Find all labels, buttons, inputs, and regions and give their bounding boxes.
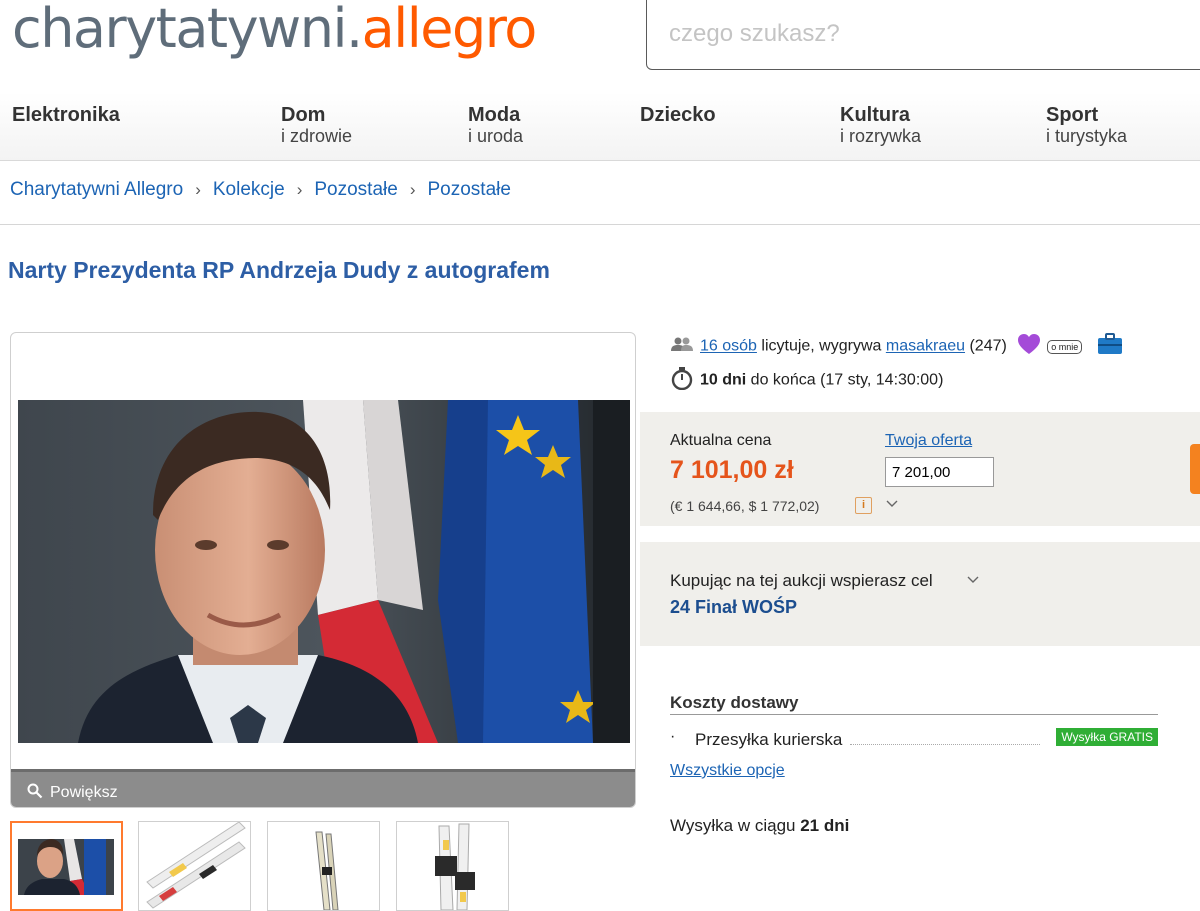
search-input[interactable] <box>667 19 1171 49</box>
time-left: 10 dni <box>700 371 747 389</box>
stopwatch-icon <box>670 366 694 395</box>
bidding-text: licytuje, wygrywa <box>756 337 886 355</box>
portrait-photo <box>18 400 630 743</box>
nav-item-elektronika[interactable]: Elektronika <box>12 104 120 126</box>
winner-link[interactable]: masakraeu <box>886 338 965 355</box>
nav-item-sublabel: i rozrywka <box>840 126 922 146</box>
nav-item-dziecko[interactable]: Dziecko <box>640 104 716 126</box>
bidders-link[interactable]: 16 osób <box>700 338 757 355</box>
shipping-method: Przesyłka kurierska <box>695 730 845 750</box>
bidding-info: 16 osób licytuje, wygrywa masakraeu (247… <box>670 333 1123 360</box>
breadcrumb-link[interactable]: Charytatywni Allegro <box>10 179 183 200</box>
current-price: 7 101,00 zł <box>670 456 794 484</box>
thumbnail-skis-3[interactable] <box>396 821 509 911</box>
nav-item-label: Moda <box>468 104 521 126</box>
search-box[interactable] <box>646 0 1200 70</box>
breadcrumb-link[interactable]: Kolekcje <box>213 179 285 200</box>
delivery-days: 21 dni <box>800 816 850 835</box>
price-conversion: (€ 1 644,66, $ 1 772,02) <box>670 498 820 514</box>
divider <box>670 714 1158 715</box>
zoom-button[interactable]: Powiększ <box>11 769 635 807</box>
thumbnail-skis-1[interactable] <box>138 821 251 911</box>
chevron-down-icon[interactable] <box>886 496 898 511</box>
divider <box>0 224 1200 225</box>
nav-item-kultura[interactable]: Kultura i rozrywka <box>840 104 921 146</box>
heart-icon <box>1017 333 1041 360</box>
nav-item-sublabel: i uroda <box>468 126 524 146</box>
nav-item-label: Elektronika <box>12 104 120 126</box>
current-price-label: Aktualna cena <box>670 432 772 449</box>
free-shipping-badge: Wysyłka GRATIS <box>1056 728 1158 746</box>
all-options-link[interactable]: Wszystkie opcje <box>670 762 785 780</box>
nav-item-label: Dziecko <box>640 104 716 126</box>
logo-text-primary: charytatywni. <box>12 0 363 60</box>
category-nav: Elektronika Dom i zdrowie Moda i uroda D… <box>0 92 1200 161</box>
nav-item-dom[interactable]: Dom i zdrowie <box>281 104 352 146</box>
shipping-title: Koszty dostawy <box>670 693 799 712</box>
nav-item-moda[interactable]: Moda i uroda <box>468 104 523 146</box>
nav-item-label: Sport <box>1046 104 1099 126</box>
magnifier-icon <box>27 783 43 804</box>
nav-item-sport[interactable]: Sport i turystyka <box>1046 104 1127 146</box>
breadcrumb: Charytatywni Allegro › Kolekcje › Pozostałe ›… <box>10 179 511 201</box>
charity-text: Kupując na tej aukcji wspierasz cel <box>670 571 933 590</box>
briefcase-icon[interactable] <box>1097 333 1123 360</box>
delivery-time: Wysyłka w ciągu 21 dni <box>670 816 849 836</box>
nav-item-label: Kultura <box>840 104 910 126</box>
about-me-button[interactable]: o mnie <box>1047 339 1083 354</box>
breadcrumb-separator: › <box>195 180 201 199</box>
breadcrumb-separator: › <box>409 180 416 199</box>
page-title: Narty Prezydenta RP Andrzeja Dudy z auto… <box>8 257 550 283</box>
breadcrumb-link[interactable]: Pozostałe <box>314 179 397 200</box>
winner-score: (247) <box>965 337 1007 355</box>
bullet: · <box>670 728 676 745</box>
auction-end-info: 10 dni do końca (17 sty, 14:30:00) <box>670 366 943 395</box>
offer-input[interactable] <box>885 457 994 487</box>
nav-item-label: Dom <box>281 104 326 126</box>
thumbnail-skis-2[interactable] <box>267 821 380 911</box>
zoom-label: Powiększ <box>50 784 118 801</box>
time-left-text: do końca (17 sty, 14:30:00) <box>746 371 944 389</box>
users-icon <box>670 336 694 357</box>
charity-cause-link[interactable]: 24 Finał WOŚP <box>670 597 797 618</box>
nav-item-sublabel: i turystyka <box>1046 126 1128 146</box>
charity-panel: Kupując na tej aukcji wspierasz cel 24 F… <box>640 542 1200 646</box>
thumbnail-portrait[interactable] <box>10 821 123 911</box>
breadcrumb-link[interactable]: Pozostałe <box>428 179 511 200</box>
logo-text-brand: allegro <box>361 0 538 60</box>
shipping-option: · Przesyłka kurierska Wysyłka GRATIS <box>670 728 1158 750</box>
info-icon[interactable]: i <box>855 497 872 514</box>
breadcrumb-separator: › <box>296 180 303 199</box>
delivery-prefix: Wysyłka w ciągu <box>670 816 801 835</box>
site-logo[interactable]: charytatywni.allegro <box>12 0 538 64</box>
image-gallery: Powiększ <box>10 332 636 808</box>
dotted-leader <box>850 744 1040 745</box>
your-offer-label[interactable]: Twoja oferta <box>885 432 972 450</box>
main-product-image[interactable] <box>18 400 630 743</box>
bid-button[interactable] <box>1190 444 1200 494</box>
nav-item-sublabel: i zdrowie <box>281 126 353 146</box>
chevron-down-icon[interactable] <box>967 572 979 587</box>
price-panel: Aktualna cena 7 101,00 zł (€ 1 644,66, $… <box>640 412 1200 526</box>
